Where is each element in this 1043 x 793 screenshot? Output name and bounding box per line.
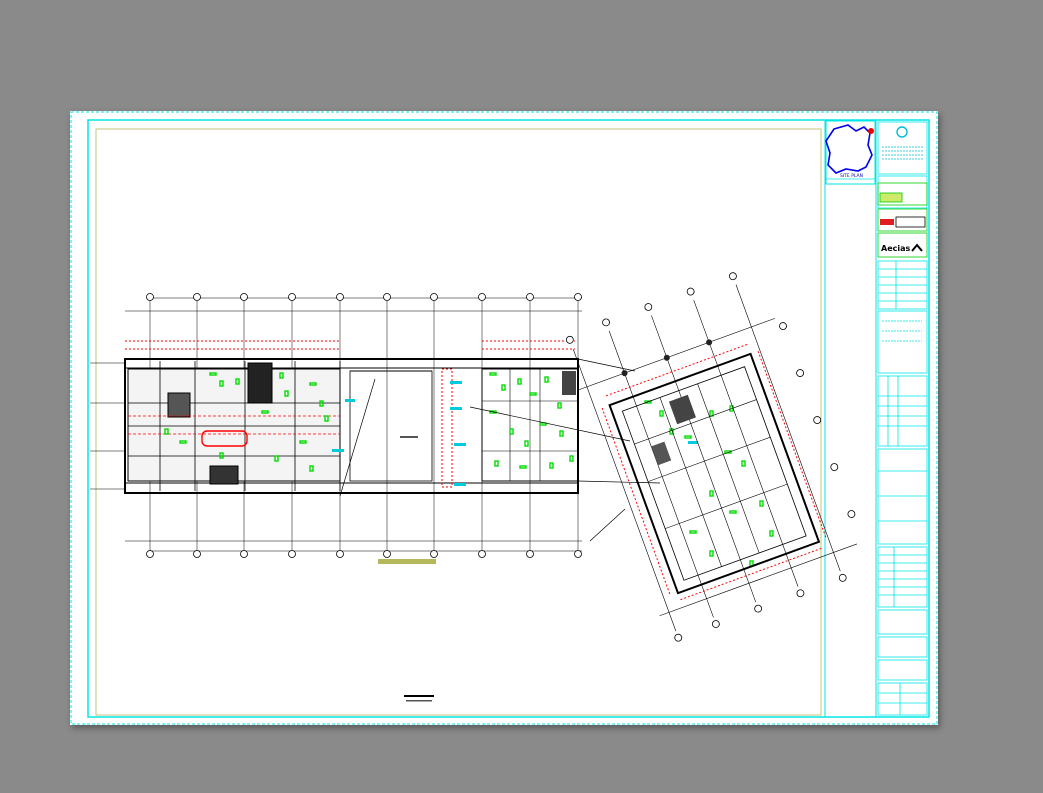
grid-bubble <box>336 293 344 301</box>
fixture-mark <box>659 410 664 417</box>
fixture-mark <box>549 462 554 469</box>
fixture-mark <box>689 530 697 534</box>
grid-bubble <box>430 293 438 301</box>
grid-bubble <box>288 293 296 301</box>
fixture-mark <box>489 372 497 376</box>
title-block <box>875 119 930 718</box>
fixture-mark <box>709 410 714 417</box>
fixture-mark <box>759 500 764 507</box>
grid-bubble <box>526 293 534 301</box>
grid-bubble <box>193 293 201 301</box>
fixture-mark <box>519 465 527 469</box>
drawing-canvas[interactable]: SITE PLAN Aecias <box>70 111 938 725</box>
fixture-mark <box>729 510 737 514</box>
fixture-mark <box>559 430 564 437</box>
grid-bubble <box>478 293 486 301</box>
fixture-mark <box>544 376 549 383</box>
grid-bubble <box>574 293 582 301</box>
grid-bubble <box>240 293 248 301</box>
grid-bubble <box>146 293 154 301</box>
grid-bubble <box>478 550 486 558</box>
site-plan-key: SITE PLAN <box>825 120 876 185</box>
grid-bubble <box>146 550 154 558</box>
grid-bubble <box>383 550 391 558</box>
grid-bubble <box>193 550 201 558</box>
title-block-contents: Aecias <box>877 121 928 716</box>
fixture-mark <box>501 384 506 391</box>
grid-bubble <box>526 550 534 558</box>
logo-text: Aecias <box>881 244 911 253</box>
fixture-mark <box>741 460 746 467</box>
grid-bubble <box>288 550 296 558</box>
grid-bubble <box>383 293 391 301</box>
fixture-mark <box>494 460 499 467</box>
fixture-mark <box>709 550 714 557</box>
grid-bubble <box>240 550 248 558</box>
drawing-sheet: SITE PLAN Aecias <box>70 111 938 725</box>
site-plan-label: SITE PLAN <box>840 173 863 179</box>
fixture-mark <box>529 392 537 396</box>
fixture-mark <box>769 530 774 537</box>
grid-bubble <box>574 550 582 558</box>
fixture-mark <box>684 435 692 439</box>
grid-bubble <box>430 550 438 558</box>
fixture-mark <box>509 428 514 435</box>
fixture-mark <box>524 440 529 447</box>
fixture-mark <box>569 455 574 462</box>
fixture-mark <box>517 378 522 385</box>
fixture-mark <box>709 490 714 497</box>
fixture-mark <box>557 402 562 409</box>
grid-bubble <box>336 550 344 558</box>
floor-plan <box>90 272 858 702</box>
